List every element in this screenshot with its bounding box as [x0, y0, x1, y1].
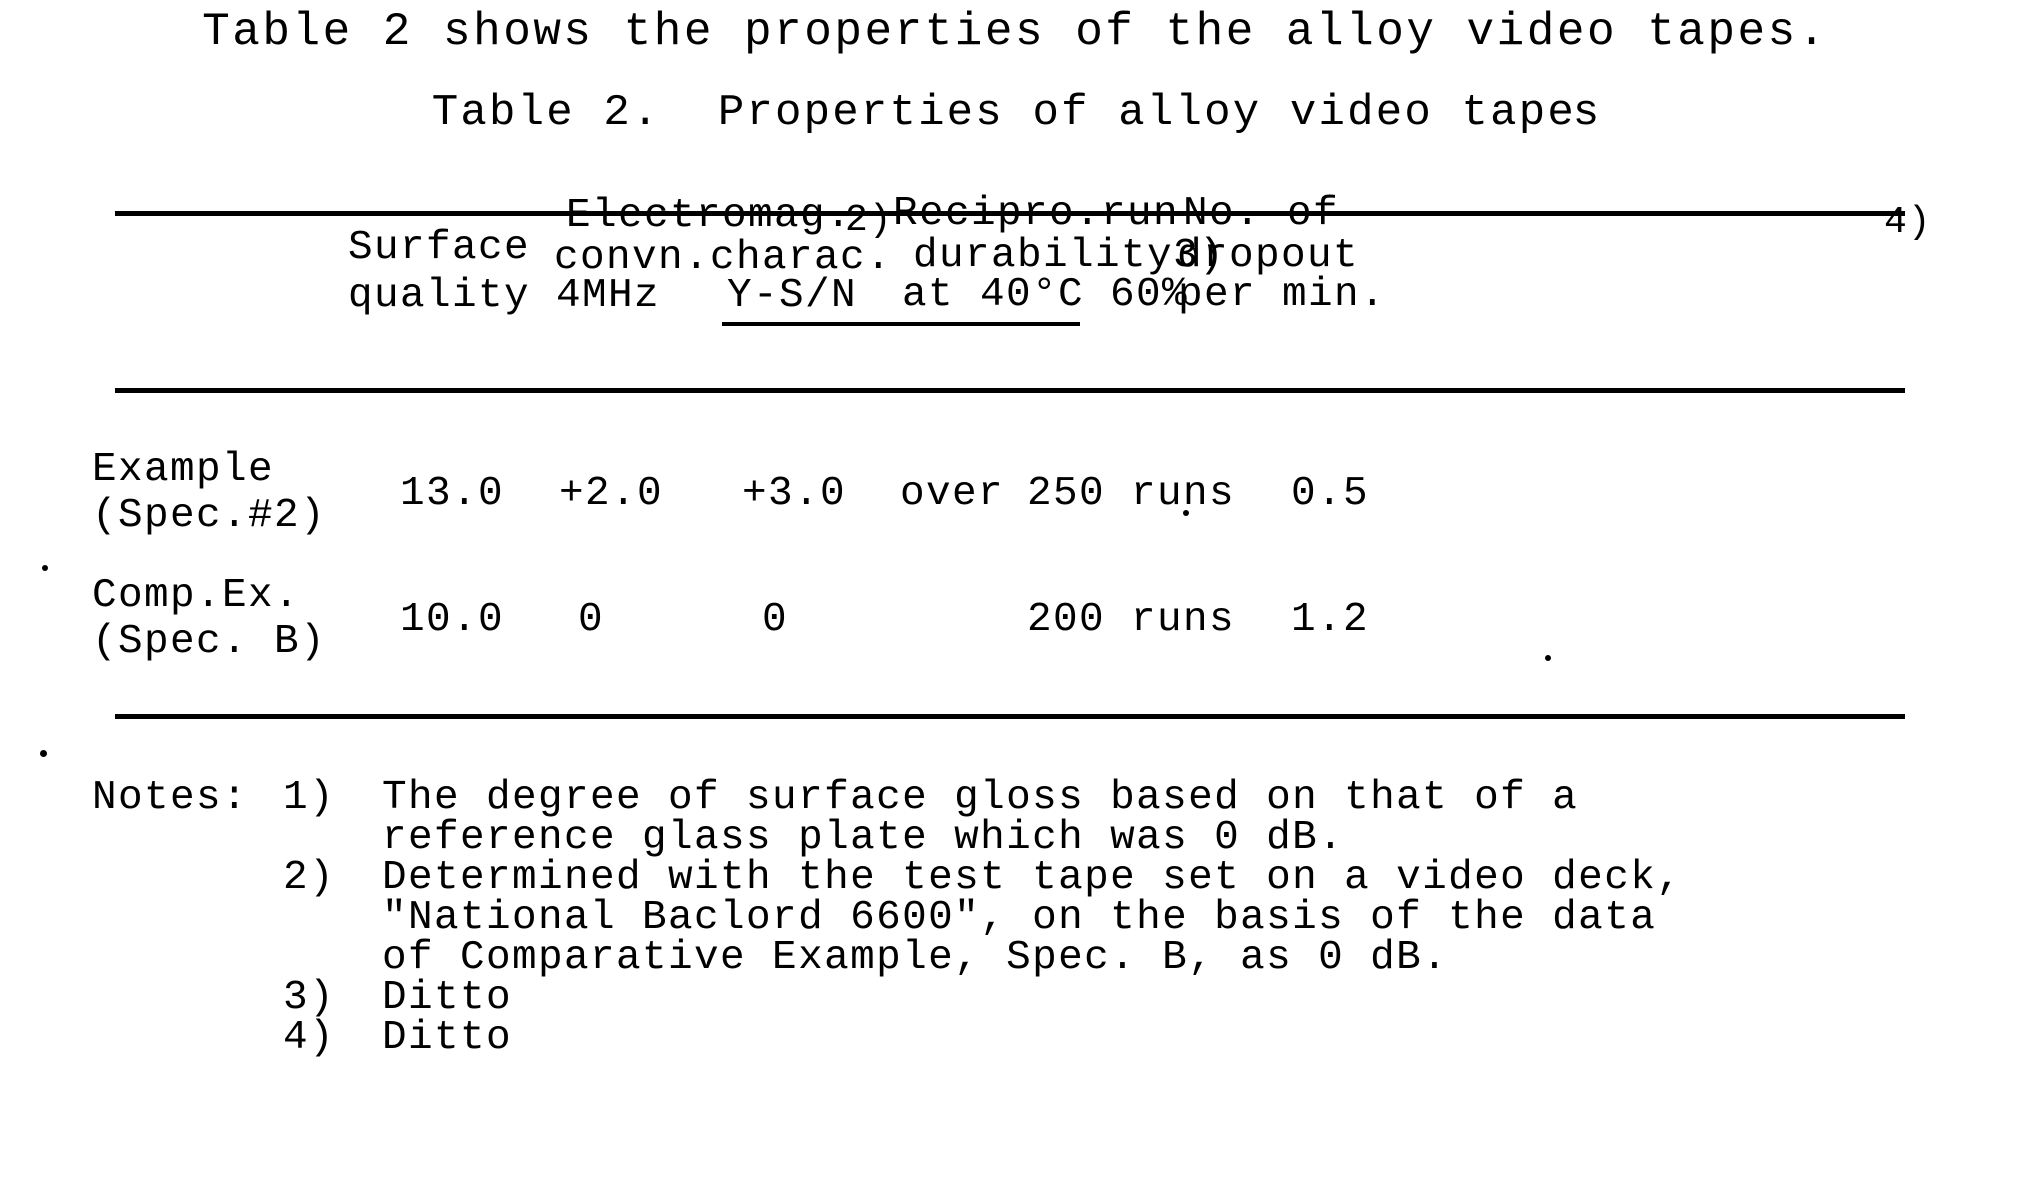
note-1-line-2: reference glass plate which was 0 dB. [382, 815, 1345, 861]
cell-dropout-row2: 1.2 [1291, 597, 1370, 643]
note-1-line-1: The degree of surface gloss based on tha… [382, 775, 1579, 821]
scan-speck [40, 750, 47, 757]
table-row-label-sub: (Spec.#2) [92, 493, 327, 539]
scan-speck [1545, 655, 1551, 661]
header-electromag-sub-4mhz: 4MHz [556, 273, 661, 319]
table-caption: Table 2. Properties of alloy video tapes [0, 88, 2030, 138]
cell-durability-row1: 250 runs [1027, 471, 1236, 517]
notes-label: Notes: [92, 775, 249, 821]
note-4-line-1: Ditto [382, 1015, 513, 1061]
cell-em-4mhz-row2: 0 [578, 597, 605, 643]
header-dropout-line3: per min. [1178, 272, 1387, 318]
table-top-rule [115, 211, 1905, 216]
cell-surface-quality-row1: 13.0 [400, 471, 505, 517]
header-electromag-line2: convn.charac. [554, 235, 893, 281]
scan-speck [1183, 510, 1189, 516]
note-2-line-1: Determined with the test tape set on a v… [382, 855, 1683, 901]
intro-sentence: Table 2 shows the properties of the allo… [202, 6, 1828, 58]
note-number-4: 4) [283, 1015, 336, 1061]
header-surface-line1: Surface [348, 225, 531, 271]
note-number-1: 1) [283, 775, 336, 821]
note-2-line-3: of Comparative Example, Spec. B, as 0 dB… [382, 935, 1449, 981]
cell-durability-row2: 200 runs [1027, 597, 1236, 643]
table-caption-main: Table 2. Properties of alloy video tap [431, 88, 1548, 138]
cell-em-ysn-row1: +3.0 [742, 471, 847, 517]
cell-dropout-row1: 0.5 [1291, 471, 1370, 517]
table-bottom-rule [115, 714, 1905, 719]
note-number-2: 2) [283, 855, 336, 901]
note-2-line-2: "National Baclord 6600", on the basis of… [382, 895, 1657, 941]
header-electromag-footnote-marker: 2) [845, 199, 893, 242]
header-electromag-line1: Electromag. [566, 193, 853, 239]
document-page: Table 2 shows the properties of the allo… [0, 0, 2030, 1191]
table-caption-tail: es [1547, 88, 1599, 138]
header-surface-line2: quality [348, 273, 531, 319]
electromag-subheader-rule [722, 322, 1080, 326]
table-row: Comp.Ex. [92, 573, 301, 619]
cell-em-ysn-row2: 0 [762, 597, 789, 643]
scan-speck [42, 565, 48, 571]
note-number-3: 3) [283, 975, 336, 1021]
header-durability-line3: at 40°C 60% [902, 272, 1189, 318]
header-dropout-footnote-marker: 4) [1884, 201, 1932, 244]
note-3-line-1: Ditto [382, 975, 513, 1021]
table-header-bottom-rule [115, 388, 1905, 393]
cell-surface-quality-row2: 10.0 [400, 597, 505, 643]
header-dropout-line2: dropout [1177, 233, 1360, 279]
header-electromag-sub-ysn: Y-S/N [727, 273, 858, 319]
table-row: Example [92, 447, 275, 493]
table-row-label-sub: (Spec. B) [92, 619, 327, 665]
cell-em-4mhz-row1: +2.0 [559, 471, 664, 517]
header-durability-line2: durability3) [913, 233, 1226, 279]
cell-durability-prefix-row1: over [900, 471, 1005, 517]
